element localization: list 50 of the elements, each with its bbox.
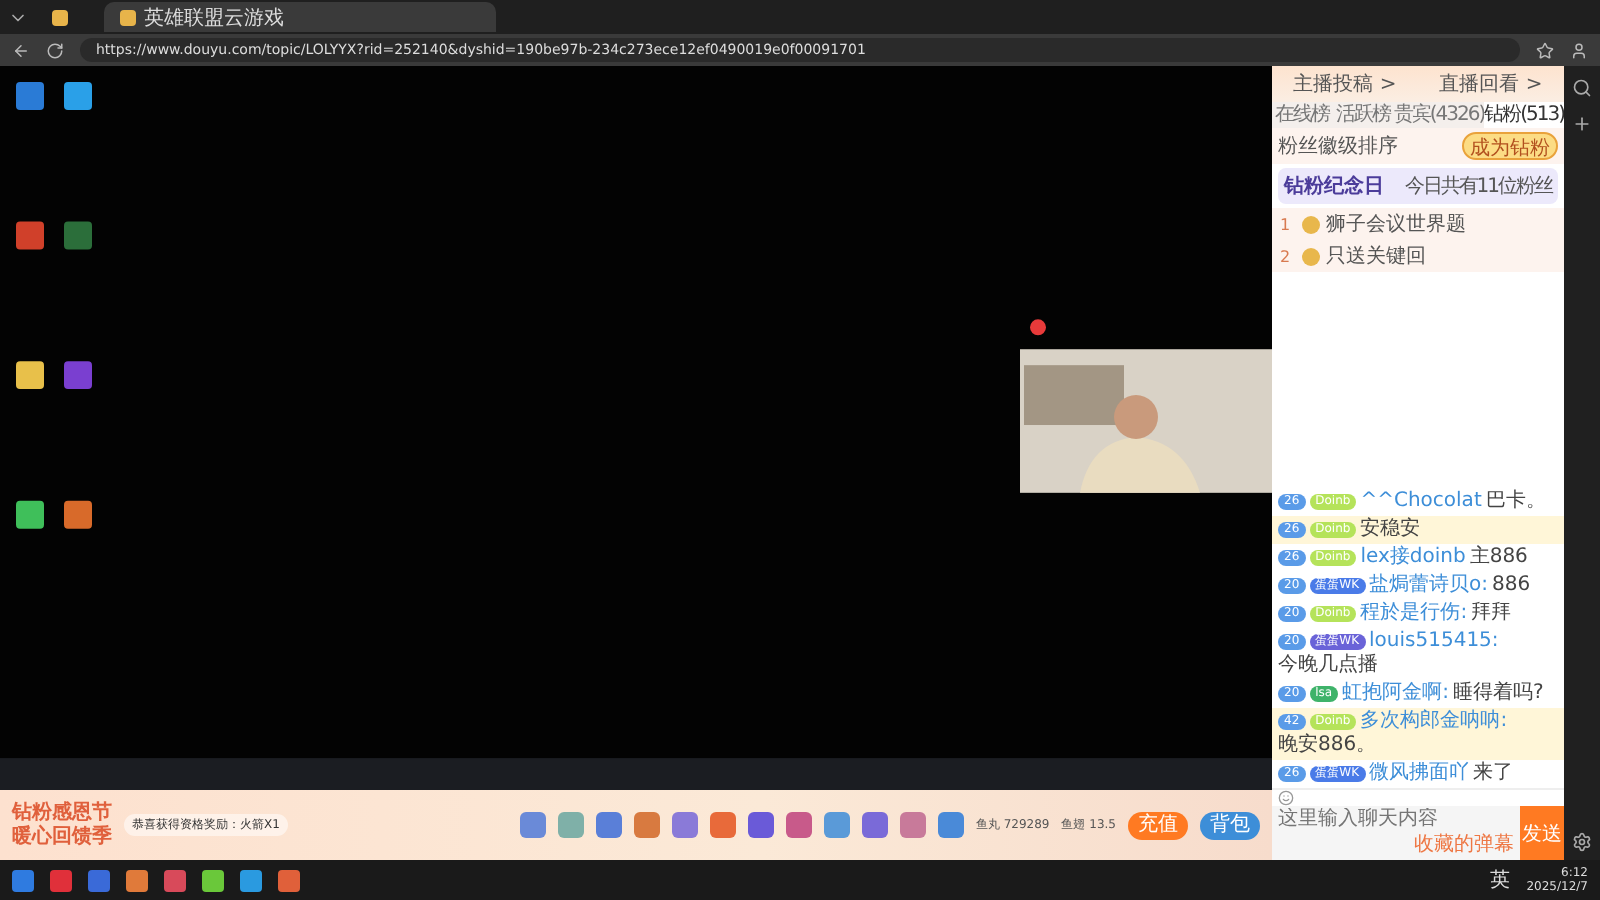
fan-name: 狮子会议世界题 [1326, 211, 1466, 238]
user-name[interactable]: lex接doinb [1360, 546, 1466, 570]
recharge-button[interactable]: 充值 [1128, 811, 1188, 839]
ranking-tab[interactable]: 贵宾(4326) [1393, 102, 1485, 128]
rank-number: 1 [1280, 215, 1293, 233]
promo-title: 钻粉感恩节 [12, 801, 112, 824]
header-link[interactable]: 主播投稿 > [1293, 70, 1397, 98]
user-name[interactable]: 虹抱阿金啊: [1342, 682, 1449, 706]
user-name[interactable]: 微风拂面吖 [1369, 762, 1470, 786]
backpack-button[interactable]: 背包 [1200, 811, 1260, 839]
message-text: 睡得着吗? [1453, 682, 1544, 706]
user-name[interactable]: 程於是行伤: [1360, 602, 1468, 626]
message-text: 今晚几点播 [1278, 654, 1378, 678]
user-name[interactable]: ^^Chocolat [1360, 490, 1482, 514]
tab-title: 英雄联盟云游戏 [144, 5, 284, 31]
search-icon[interactable] [1572, 78, 1592, 98]
message-text: 安稳安 [1360, 518, 1421, 542]
anniversary-title: 钻粉纪念日 [1284, 173, 1384, 200]
user-name[interactable]: 多次构郎金呐呐: [1360, 710, 1508, 734]
favorite-icon[interactable] [1536, 41, 1554, 59]
ranking-tab[interactable]: 活跃榜 [1332, 102, 1394, 128]
ranking-tab[interactable]: 在线榜 [1272, 102, 1333, 128]
favicon-icon [120, 9, 136, 25]
emoji-icon[interactable] [1278, 790, 1294, 806]
rank-number: 2 [1280, 247, 1293, 265]
saved-danmaku-link[interactable]: 收藏的弹幕 [1414, 830, 1514, 858]
message-text: 晚安886。 [1278, 734, 1377, 758]
join-button[interactable]: 成为钻粉 [1462, 132, 1558, 160]
user-name[interactable]: louis515415: [1369, 630, 1499, 654]
reload-icon[interactable] [46, 41, 64, 59]
browser-tab[interactable]: 英雄联盟云游戏 [104, 2, 496, 32]
profile-icon[interactable] [1570, 41, 1588, 59]
user-name[interactable]: 盐焗蕾诗贝o: [1369, 574, 1489, 598]
promo-subtitle: 暖心回馈季 [12, 825, 112, 849]
input-language[interactable]: 英 [1490, 866, 1511, 894]
back-icon[interactable] [12, 41, 30, 59]
message-text: 886 [1492, 574, 1531, 598]
message-text: 主886 [1469, 546, 1528, 570]
header-link[interactable]: 直播回看 > [1439, 70, 1543, 98]
anniversary-note: 今日共有11位粉丝 [1404, 173, 1552, 200]
favicon-icon [52, 9, 68, 25]
settings-icon[interactable] [1572, 832, 1592, 852]
fan-name: 只送关键回 [1326, 243, 1426, 270]
message-text: 拜拜 [1471, 602, 1512, 626]
sort-label: 粉丝徽级排序 [1278, 133, 1398, 160]
message-text: 来了 [1473, 762, 1514, 786]
add-icon[interactable] [1572, 114, 1592, 134]
send-button[interactable]: 发送 [1520, 806, 1564, 860]
ranking-tab[interactable]: 钻粉(513) [1484, 102, 1564, 128]
message-text: 巴卡。 [1485, 490, 1546, 514]
